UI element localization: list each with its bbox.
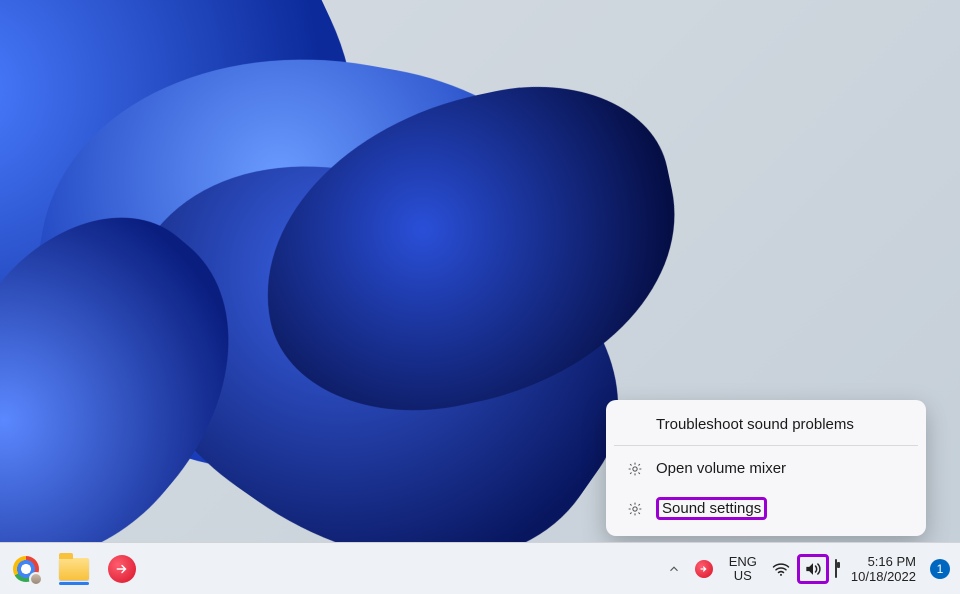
taskbar-system-tray: ENG US [661,549,954,589]
taskbar-file-explorer[interactable] [54,549,94,589]
folder-icon [59,558,89,580]
clock-time: 5:16 PM [868,554,916,569]
quick-settings[interactable] [769,552,839,586]
chrome-icon [13,556,39,582]
avatar [29,572,43,586]
gear-icon [626,461,644,477]
red-app-icon [695,560,713,578]
desktop: Troubleshoot sound problems Open volume … [0,0,960,594]
menu-item-label: Open volume mixer [656,460,786,477]
annotation-highlight: Sound settings [656,497,767,520]
menu-item-label: Sound settings [662,500,761,517]
notification-badge[interactable]: 1 [930,559,950,579]
language-indicator[interactable]: ENG US [721,555,765,583]
tray-red-indicator[interactable] [691,549,717,589]
wifi-icon [771,559,791,579]
language-primary: ENG [729,555,757,569]
menu-item-label: Troubleshoot sound problems [656,416,854,433]
taskbar-chrome[interactable] [6,549,46,589]
red-app-icon [108,555,136,583]
menu-sound-settings[interactable]: Sound settings [612,487,920,530]
sound-context-menu: Troubleshoot sound problems Open volume … [606,400,926,536]
language-secondary: US [734,569,752,583]
annotation-highlight [797,554,829,584]
menu-separator [614,445,918,446]
taskbar-pinned-apps [6,549,142,589]
menu-open-volume-mixer[interactable]: Open volume mixer [612,450,920,487]
notification-count: 1 [937,562,944,576]
clock-date: 10/18/2022 [851,569,916,584]
tray-overflow-button[interactable] [661,549,687,589]
volume-icon [803,559,823,579]
taskbar-red-app[interactable] [102,549,142,589]
taskbar-clock[interactable]: 5:16 PM 10/18/2022 [843,554,922,584]
menu-troubleshoot-sound[interactable]: Troubleshoot sound problems [612,406,920,443]
taskbar: ENG US [0,542,960,594]
battery-icon [835,560,837,578]
gear-icon [626,501,644,517]
